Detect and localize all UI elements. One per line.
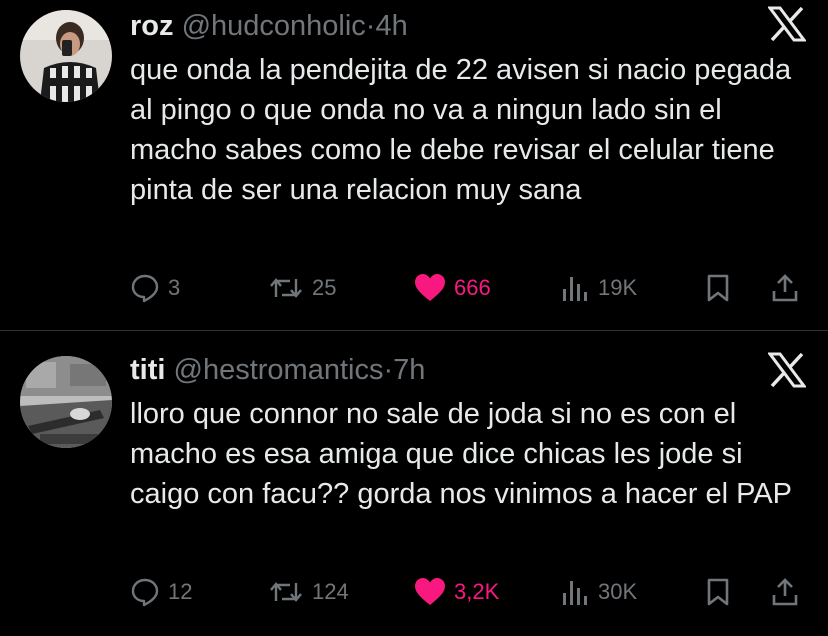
timestamp[interactable]: 4h bbox=[375, 10, 407, 42]
share-button[interactable] bbox=[770, 572, 800, 612]
action-bar: 3 25 666 19K bbox=[130, 268, 810, 308]
reply-icon bbox=[131, 578, 159, 607]
bookmark-icon bbox=[707, 274, 729, 302]
reply-count: 3 bbox=[168, 275, 181, 300]
heart-filled-icon bbox=[415, 274, 445, 301]
like-button[interactable]: 666 bbox=[414, 268, 491, 308]
timestamp[interactable]: 7h bbox=[393, 354, 425, 386]
views-count: 19K bbox=[598, 275, 638, 300]
tweet-text: lloro que connor no sale de joda si no e… bbox=[130, 398, 793, 510]
separator-dot: · bbox=[383, 354, 394, 386]
action-bar: 12 124 3,2K 30K bbox=[130, 572, 810, 612]
retweet-icon bbox=[270, 582, 302, 602]
bookmark-icon bbox=[707, 578, 729, 606]
views-chart-icon bbox=[563, 581, 587, 605]
x-logo-icon bbox=[767, 6, 807, 42]
reply-button[interactable]: 12 bbox=[130, 572, 192, 612]
user-handle[interactable]: @hudconholic bbox=[182, 10, 366, 42]
tweet[interactable]: titi @hestromantics·7h lloro que connor … bbox=[0, 332, 828, 636]
retweet-icon bbox=[270, 278, 302, 298]
avatar[interactable] bbox=[20, 356, 112, 448]
share-button[interactable] bbox=[770, 268, 800, 308]
share-icon bbox=[772, 274, 798, 302]
views-button[interactable]: 30K bbox=[560, 572, 637, 612]
tweet-text: que onda la pendejita de 22 avisen si na… bbox=[130, 54, 792, 206]
views-button[interactable]: 19K bbox=[560, 268, 637, 308]
bookmark-button[interactable] bbox=[704, 268, 732, 308]
tweet-header: titi @hestromantics·7h bbox=[130, 352, 425, 388]
tweet[interactable]: roz @hudconholic·4h que onda la pendejit… bbox=[0, 0, 828, 330]
user-handle[interactable]: @hestromantics bbox=[174, 354, 384, 386]
bookmark-button[interactable] bbox=[704, 572, 732, 612]
tweet-header: roz @hudconholic·4h bbox=[130, 8, 408, 44]
heart-filled-icon bbox=[415, 578, 445, 605]
views-count: 30K bbox=[598, 579, 638, 604]
retweet-button[interactable]: 124 bbox=[268, 572, 349, 612]
display-name[interactable]: titi bbox=[130, 354, 165, 386]
reply-button[interactable]: 3 bbox=[130, 268, 180, 308]
retweet-count: 25 bbox=[312, 275, 337, 300]
like-count: 3,2K bbox=[454, 579, 500, 604]
retweet-button[interactable]: 25 bbox=[268, 268, 336, 308]
like-button[interactable]: 3,2K bbox=[414, 572, 499, 612]
retweet-count: 124 bbox=[312, 579, 349, 604]
x-logo-icon bbox=[767, 352, 807, 388]
views-chart-icon bbox=[563, 277, 587, 301]
avatar[interactable] bbox=[20, 10, 112, 102]
tweet-divider bbox=[0, 330, 828, 331]
like-count: 666 bbox=[454, 275, 491, 300]
reply-icon bbox=[131, 274, 159, 303]
share-icon bbox=[772, 578, 798, 606]
reply-count: 12 bbox=[168, 579, 193, 604]
display-name[interactable]: roz bbox=[130, 10, 174, 42]
